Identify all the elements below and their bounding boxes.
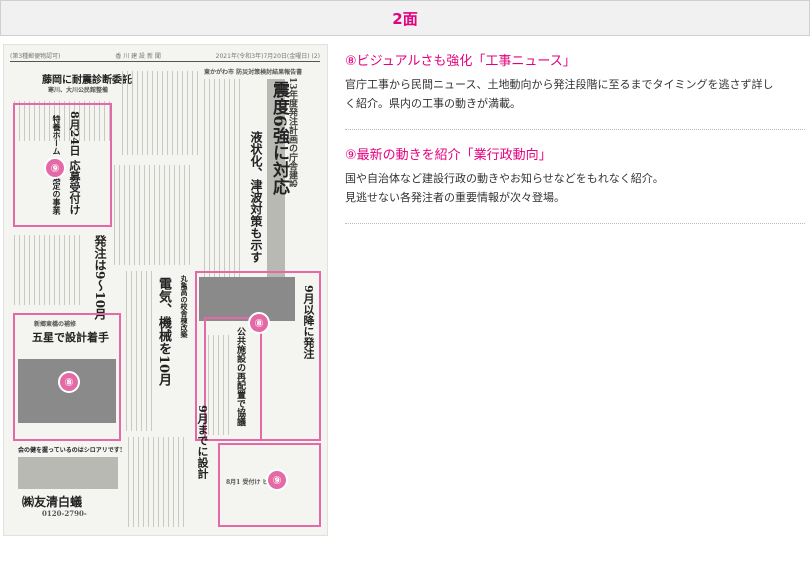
headline-3: 8月24日 応募受付け [68, 111, 81, 215]
headline-8: 9月までに設計 [196, 405, 209, 479]
school-photo [199, 277, 295, 321]
headline-2: 震度6強に対応 [269, 81, 289, 195]
headline-5: 五星で設計着手 [32, 331, 109, 344]
ad-company: ㈱友清白蟻 [22, 495, 83, 509]
feature-description: 国や自治体など建設行政の動きやお知らせなどをもれなく紹介。 見逃せない各発注者の重… [345, 169, 805, 207]
ad-headline: 会の健を握っているのはシロアリです! [18, 447, 123, 454]
page-title: 2面 [392, 9, 418, 28]
ad-phone: 0120-2790- [42, 509, 87, 518]
badge-9: ⑨ [266, 469, 288, 491]
headline-7: 9月以降に発注 [302, 285, 315, 359]
feature-line: く紹介。県内の工事の動きが満載。 [345, 97, 521, 110]
masthead-center: 香 川 建 設 新 聞 [115, 53, 161, 60]
text-column-block [126, 271, 152, 431]
text-column-block [208, 335, 230, 435]
headline-1-sub: 寒川、大川公民館整備 [48, 87, 109, 94]
feature-title: ⑨最新の動きを紹介「業行政動向」 [345, 148, 552, 163]
badge-8: ⑧ [58, 371, 80, 393]
masthead-right: 2021年(令和3年)7月20日(金曜日) (2) [215, 53, 320, 60]
feature-line: 官庁工事から民間ニュース、土地動向から発注段階に至るまでタイミングを逃さず詳し [345, 78, 774, 91]
headline-1: 藤岡に耐震診断委託 [42, 75, 132, 86]
feature-line: 国や自治体など建設行政の動きやお知らせなどをもれなく紹介。 [345, 172, 664, 185]
newspaper-page-image: (第3種郵便物認可) 香 川 建 設 新 聞 2021年(令和3年)7月20日(… [3, 44, 328, 536]
badge-9: ⑨ [44, 157, 66, 179]
ad-illustration [18, 457, 118, 489]
feature-list: ⑧ビジュアルさも強化「工事ニュース」 官庁工事から民間ニュース、土地動向から発注… [345, 50, 805, 238]
text-column-block [204, 79, 244, 299]
feature-description: 官庁工事から民間ニュース、土地動向から発注段階に至るまでタイミングを逃さず詳しく… [345, 75, 805, 113]
page-header: 2面 [0, 0, 810, 36]
text-column-block [114, 165, 194, 265]
headline-6: 電気、機械を10月 [156, 277, 171, 387]
feature-item: ⑧ビジュアルさも強化「工事ニュース」 官庁工事から民間ニュース、土地動向から発注… [345, 50, 805, 130]
text-column-block [128, 437, 188, 527]
text-column-block [122, 71, 198, 155]
headline-2-sub: 液状化、津波対策も示す [249, 131, 263, 263]
text-column-block [14, 235, 84, 305]
badge-8: ⑧ [248, 312, 270, 334]
headline-5-sub: 新郷東橋の補修 [34, 321, 77, 328]
headline-6-sub: 丸亀高の校舎棟改築 [180, 275, 189, 338]
headline-10: 東かがわ市 防災対策検討結果報告書 [204, 69, 303, 76]
feature-item: ⑨最新の動きを紹介「業行政動向」 国や自治体など建設行政の動きやお知らせなどをも… [345, 144, 805, 224]
masthead-left: (第3種郵便物認可) [10, 53, 61, 60]
feature-line: 見逃せない各発注者の重要情報が次々登場。 [345, 191, 565, 204]
feature-title: ⑧ビジュアルさも強化「工事ニュース」 [345, 54, 576, 69]
masthead: (第3種郵便物認可) 香 川 建 設 新 聞 2021年(令和3年)7月20日(… [10, 51, 320, 62]
headline-9: 公共施設の再配置で協議 [235, 327, 245, 426]
